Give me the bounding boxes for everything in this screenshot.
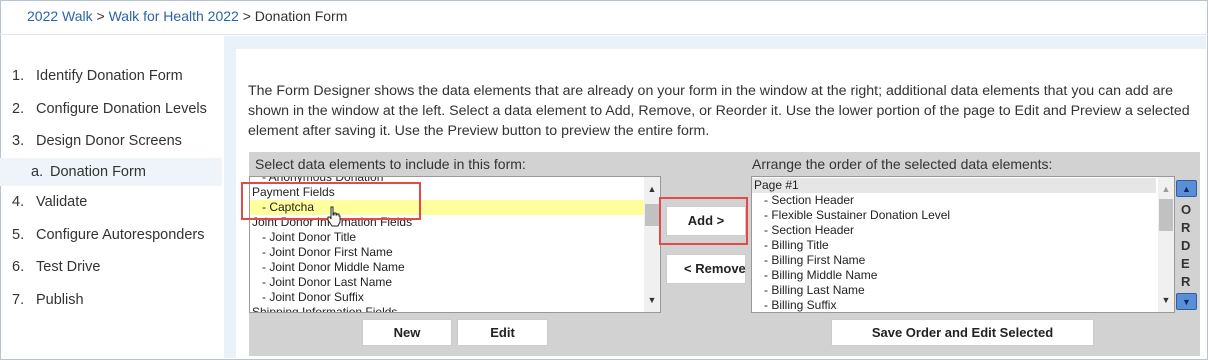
highlight-box-add xyxy=(659,197,748,245)
available-list-scrollbar[interactable]: ▲ ▼ xyxy=(644,177,660,312)
list-item[interactable]: - Billing Title xyxy=(752,238,1156,253)
scroll-thumb[interactable] xyxy=(645,204,659,226)
step-donation-form[interactable]: a. Donation Form xyxy=(0,158,222,187)
step-test-drive[interactable]: 6. Test Drive xyxy=(0,251,222,284)
move-down-icon[interactable]: ▼ xyxy=(1176,293,1197,310)
order-letter: O xyxy=(1181,202,1193,217)
order-letter: R xyxy=(1181,220,1192,235)
list-item[interactable]: - Section Header xyxy=(752,193,1156,208)
list-item[interactable]: - Joint Donor First Name xyxy=(250,245,642,260)
list-item[interactable]: - Joint Donor Last Name xyxy=(250,275,642,290)
list-item[interactable]: - Billing Last Name xyxy=(752,283,1156,298)
move-up-icon[interactable]: ▲ xyxy=(1176,180,1197,197)
step-number: 5. xyxy=(12,226,25,243)
scroll-up-icon[interactable]: ▲ xyxy=(644,181,660,197)
list-item[interactable]: - Billing First Name xyxy=(752,253,1156,268)
step-configure-autoresponders[interactable]: 5. Configure Autoresponders xyxy=(0,219,222,252)
selected-elements-list[interactable]: Page #1 - Section Header - Flexible Sust… xyxy=(751,176,1175,313)
step-configure-donation-levels[interactable]: 2. Configure Donation Levels xyxy=(0,93,222,126)
step-publish[interactable]: 7. Publish xyxy=(0,284,222,317)
list-item[interactable]: - Flexible Sustainer Donation Level xyxy=(752,208,1156,223)
hand-cursor-icon xyxy=(327,206,341,227)
list-item[interactable]: - Joint Donor Title xyxy=(250,230,642,245)
list-page-header[interactable]: Page #1 xyxy=(752,178,1156,193)
form-designer-description: The Form Designer shows the data element… xyxy=(248,83,1190,139)
edit-button[interactable]: Edit xyxy=(457,319,548,346)
list-group-header: Shipping Information Fields xyxy=(252,305,398,313)
list-item[interactable]: - Section Header xyxy=(752,223,1156,238)
scroll-down-icon[interactable]: ▼ xyxy=(644,292,660,308)
list-item[interactable]: - Billing Middle Name xyxy=(752,268,1156,283)
breadcrumb-link-walk-for-health[interactable]: Walk for Health 2022 xyxy=(109,8,239,24)
scroll-down-icon[interactable]: ▼ xyxy=(1158,292,1174,308)
step-label: Test Drive xyxy=(36,259,101,276)
step-number: a. xyxy=(31,164,44,181)
step-label: Publish xyxy=(36,292,84,309)
breadcrumb-separator: > xyxy=(238,8,255,24)
breadcrumb: 2022 Walk > Walk for Health 2022 > Donat… xyxy=(27,8,347,24)
step-label: Identify Donation Form xyxy=(36,68,183,84)
header-divider xyxy=(0,34,1208,35)
step-label: Configure Donation Levels xyxy=(36,100,207,117)
breadcrumb-separator: > xyxy=(92,8,109,24)
remove-button[interactable]: < Remove xyxy=(666,254,746,284)
step-number: 1. xyxy=(12,68,25,84)
new-button[interactable]: New xyxy=(362,319,452,346)
breadcrumb-current: Donation Form xyxy=(254,8,348,24)
step-label: Donation Form xyxy=(50,164,146,181)
list-item[interactable]: - Joint Donor Middle Name xyxy=(250,260,642,275)
step-number: 6. xyxy=(12,259,25,276)
order-letter: R xyxy=(1181,274,1192,289)
step-design-donor-screens[interactable]: 3. Design Donor Screens xyxy=(0,125,222,158)
available-elements-header: Select data elements to include in this … xyxy=(255,156,526,172)
selected-list-scrollbar[interactable]: ▲ ▼ xyxy=(1158,177,1174,312)
step-number: 4. xyxy=(12,194,25,211)
step-label: Configure Autoresponders xyxy=(36,226,205,243)
save-order-and-edit-button[interactable]: Save Order and Edit Selected xyxy=(831,319,1094,346)
order-letter: D xyxy=(1181,238,1192,253)
breadcrumb-link-walk[interactable]: 2022 Walk xyxy=(27,8,93,24)
order-controls: ▲ O R D E R ▼ xyxy=(1176,180,1198,310)
order-letter: E xyxy=(1181,256,1191,271)
step-label: Validate xyxy=(36,194,88,211)
step-number: 2. xyxy=(12,100,25,117)
scroll-up-icon[interactable]: ▲ xyxy=(1158,181,1174,197)
step-validate[interactable]: 4. Validate xyxy=(0,186,222,219)
wizard-steps: 1. Identify Donation Form 2. Configure Don… xyxy=(0,60,222,317)
step-number: 3. xyxy=(12,133,25,150)
list-item[interactable]: - Billing Suffix xyxy=(752,298,1156,312)
step-identify-donation-form[interactable]: 1. Identify Donation Form xyxy=(0,60,222,93)
scroll-thumb[interactable] xyxy=(1159,199,1173,231)
list-item[interactable]: - Joint Donor Suffix xyxy=(250,290,642,305)
selected-elements-header: Arrange the order of the selected data e… xyxy=(752,156,1053,172)
step-label: Design Donor Screens xyxy=(36,133,182,150)
step-number: 7. xyxy=(12,292,25,309)
